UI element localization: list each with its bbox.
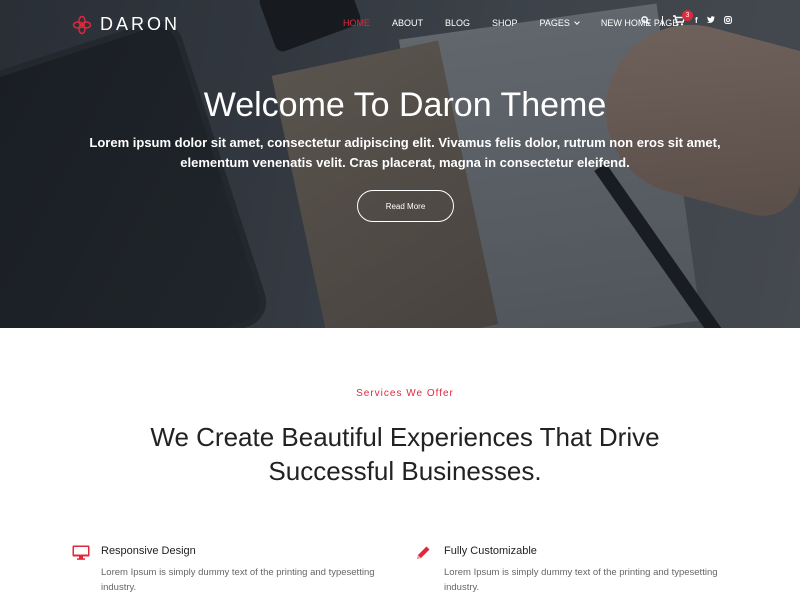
- nav-item-label: ABOUT: [392, 18, 424, 28]
- facebook-icon[interactable]: f: [695, 16, 698, 25]
- nav-item-label: HOME: [343, 18, 370, 28]
- instagram-icon[interactable]: [723, 15, 732, 26]
- nav-item-pages[interactable]: PAGES: [539, 18, 580, 28]
- services-kicker: Services We Offer: [356, 388, 454, 399]
- nav-item-label: SHOP: [492, 18, 518, 28]
- feature-text: Lorem Ipsum is simply dummy text of the …: [101, 567, 375, 593]
- nav-item-shop[interactable]: SHOP: [492, 18, 518, 28]
- feature-text: Lorem Ipsum is simply dummy text of the …: [444, 567, 718, 593]
- services-title: We Create Beautiful Experiences That Dri…: [150, 422, 660, 486]
- search-icon[interactable]: [641, 16, 650, 25]
- site-header: DARON HOME ABOUT BLOG SHOP PAGES NEW HOM…: [0, 0, 800, 48]
- hero-subtitle: Lorem ipsum dolor sit amet, consectetur …: [89, 135, 721, 170]
- site-logo[interactable]: DARON: [72, 14, 180, 35]
- monitor-icon: [72, 545, 90, 560]
- header-divider: [662, 15, 663, 26]
- cart-button[interactable]: 3: [673, 10, 693, 26]
- nav-item-label: PAGES: [539, 18, 570, 28]
- read-more-button[interactable]: Read More: [357, 190, 454, 222]
- twitter-icon[interactable]: [706, 16, 715, 25]
- feature-title: Fully Customizable: [444, 545, 537, 557]
- nav-item-about[interactable]: ABOUT: [392, 18, 423, 28]
- hero-title: Welcome To Daron Theme: [203, 86, 607, 124]
- flower-logo-icon: [72, 15, 92, 34]
- logo-text: DARON: [100, 14, 181, 34]
- cart-count-badge: 3: [682, 10, 693, 21]
- nav-item-blog[interactable]: BLOG: [445, 18, 470, 28]
- feature-title: Responsive Design: [101, 545, 196, 557]
- pencil-icon: [417, 546, 430, 559]
- header-tools: 3 f: [641, 10, 741, 26]
- nav-item-home[interactable]: HOME: [343, 18, 370, 28]
- chevron-down-icon: [574, 19, 580, 25]
- nav-item-label: BLOG: [445, 18, 471, 28]
